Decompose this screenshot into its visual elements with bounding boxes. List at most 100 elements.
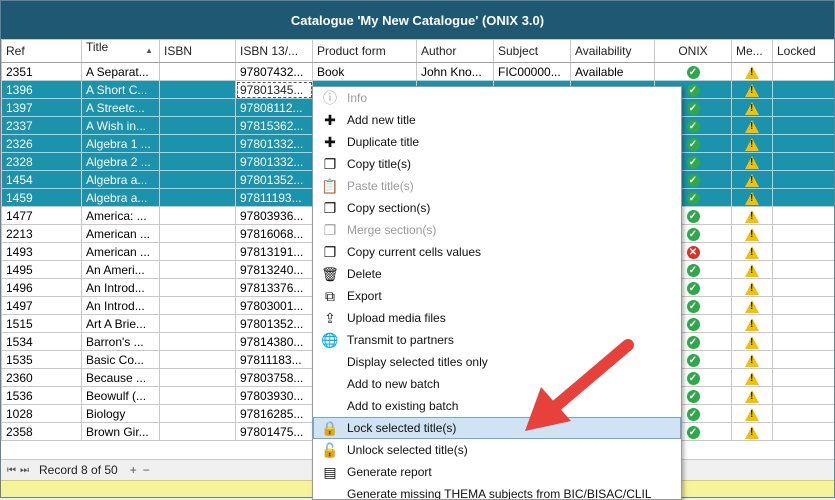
locked-cell[interactable] [772,242,834,261]
subject-cell[interactable]: FIC00000... [493,62,571,81]
locked-cell[interactable] [772,170,834,189]
ref-cell[interactable]: 2213 [1,224,82,243]
title-cell[interactable]: American ... [81,224,160,243]
isbn-cell[interactable] [159,206,236,225]
isbn-cell[interactable] [159,80,236,99]
menu-item-copy-current-cells-values[interactable]: ❐ Copy current cells values [313,241,681,263]
metadata-status-cell[interactable] [731,368,773,387]
isbn-cell[interactable] [159,62,236,81]
isbn13-cell[interactable]: 97801475... [235,422,313,441]
menu-item-export[interactable]: ⧉ Export [313,285,681,307]
isbn-cell[interactable] [159,368,236,387]
locked-cell[interactable] [772,80,834,99]
metadata-status-cell[interactable] [731,206,773,225]
metadata-status-cell[interactable] [731,116,773,135]
isbn13-cell[interactable]: 97814380... [235,332,313,351]
add-record-button[interactable]: + [130,463,137,477]
column-header-author[interactable]: Author [416,39,494,63]
title-cell[interactable]: Art A Brie... [81,314,160,333]
ref-cell[interactable]: 2337 [1,116,82,135]
menu-item-merge-section-s[interactable]: ❐ Merge section(s) [313,219,681,241]
ref-cell[interactable]: 1493 [1,242,82,261]
title-cell[interactable]: Barron's ... [81,332,160,351]
metadata-status-cell[interactable] [731,422,773,441]
metadata-status-cell[interactable] [731,404,773,423]
isbn13-cell[interactable]: 97815362... [235,116,313,135]
isbn13-cell[interactable]: 97816068... [235,224,313,243]
metadata-status-cell[interactable] [731,188,773,207]
metadata-status-cell[interactable] [731,224,773,243]
menu-item-display-selected-titles-only[interactable]: Display selected titles only [313,351,681,373]
metadata-status-cell[interactable] [731,80,773,99]
isbn-cell[interactable] [159,224,236,243]
column-header-metadata[interactable]: Me... [731,39,773,63]
title-cell[interactable]: Beowulf (... [81,386,160,405]
title-cell[interactable]: Algebra a... [81,188,160,207]
locked-cell[interactable] [772,314,834,333]
title-cell[interactable]: An Introd... [81,296,160,315]
menu-item-info[interactable]: ⓘ Info [313,87,681,109]
column-header-ref[interactable]: Ref [1,39,82,63]
author-cell[interactable]: John Kno... [416,62,494,81]
ref-cell[interactable]: 1536 [1,386,82,405]
metadata-status-cell[interactable] [731,314,773,333]
title-cell[interactable]: Biology [81,404,160,423]
ref-cell[interactable]: 1534 [1,332,82,351]
title-cell[interactable]: America: ... [81,206,160,225]
first-record-icon[interactable]: ⏮ [7,465,16,476]
menu-item-copy-section-s[interactable]: ❐ Copy section(s) [313,197,681,219]
isbn13-cell[interactable]: 97808112... [235,98,313,117]
locked-cell[interactable] [772,152,834,171]
locked-cell[interactable] [772,134,834,153]
isbn13-cell[interactable]: 97801332... [235,134,313,153]
metadata-status-cell[interactable] [731,62,773,81]
ref-cell[interactable]: 2360 [1,368,82,387]
isbn-cell[interactable] [159,278,236,297]
menu-item-delete[interactable]: 🗑 Delete [313,263,681,285]
ref-cell[interactable]: 2328 [1,152,82,171]
locked-cell[interactable] [772,116,834,135]
metadata-status-cell[interactable] [731,260,773,279]
menu-item-lock-selected-title-s[interactable]: 🔒 Lock selected title(s) [313,417,681,439]
locked-cell[interactable] [772,332,834,351]
ref-cell[interactable]: 1459 [1,188,82,207]
locked-cell[interactable] [772,260,834,279]
isbn-cell[interactable] [159,116,236,135]
ref-cell[interactable]: 1028 [1,404,82,423]
isbn-cell[interactable] [159,152,236,171]
metadata-status-cell[interactable] [731,278,773,297]
title-cell[interactable]: Brown Gir... [81,422,160,441]
menu-item-paste-title-s[interactable]: 📋 Paste title(s) [313,175,681,197]
isbn13-cell[interactable]: 97801332... [235,152,313,171]
menu-item-add-to-new-batch[interactable]: Add to new batch [313,373,681,395]
ref-cell[interactable]: 1535 [1,350,82,369]
metadata-status-cell[interactable] [731,296,773,315]
menu-item-add-to-existing-batch[interactable]: Add to existing batch [313,395,681,417]
locked-cell[interactable] [772,422,834,441]
isbn13-cell[interactable]: 97803758... [235,368,313,387]
isbn-cell[interactable] [159,170,236,189]
isbn13-cell[interactable]: 97803930... [235,386,313,405]
isbn-cell[interactable] [159,332,236,351]
menu-item-unlock-selected-title-s[interactable]: 🔓 Unlock selected title(s) [313,439,681,461]
isbn-cell[interactable] [159,314,236,333]
menu-item-add-new-title[interactable]: ✚ Add new title [313,109,681,131]
menu-item-upload-media-files[interactable]: ⇪ Upload media files [313,307,681,329]
title-cell[interactable]: An Ameri... [81,260,160,279]
locked-cell[interactable] [772,278,834,297]
column-header-onix[interactable]: ONIX [654,39,732,63]
title-cell[interactable]: Algebra a... [81,170,160,189]
menu-item-generate-missing-thema-subjects-from-bic-bisac-clil[interactable]: Generate missing THEMA subjects from BIC… [313,483,681,499]
isbn-cell[interactable] [159,422,236,441]
metadata-status-cell[interactable] [731,134,773,153]
isbn-cell[interactable] [159,350,236,369]
ref-cell[interactable]: 1496 [1,278,82,297]
locked-cell[interactable] [772,386,834,405]
title-cell[interactable]: An Introd... [81,278,160,297]
isbn13-cell[interactable]: 97801352... [235,314,313,333]
title-cell[interactable]: A Separat... [81,62,160,81]
column-header-subject[interactable]: Subject [493,39,571,63]
locked-cell[interactable] [772,206,834,225]
metadata-status-cell[interactable] [731,170,773,189]
isbn-cell[interactable] [159,134,236,153]
